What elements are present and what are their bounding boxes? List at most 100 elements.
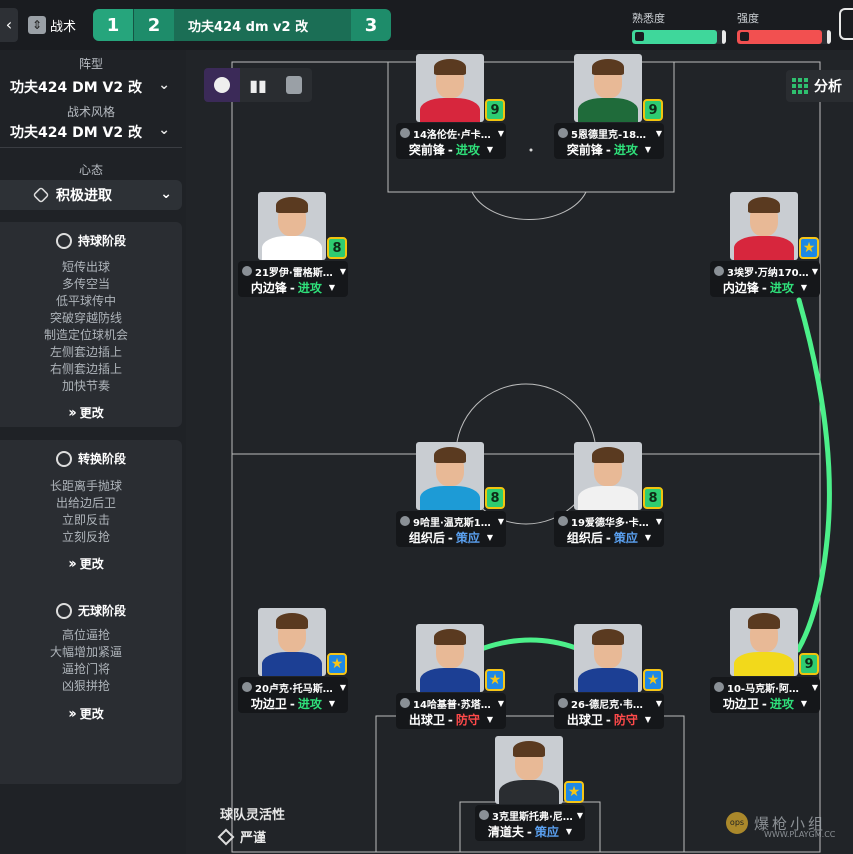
player-card[interactable]: 95恩德里克-188-975-ST▼突前锋-进攻▼ xyxy=(553,54,665,160)
tactic-slot-2[interactable]: 2 xyxy=(134,9,174,41)
player-card[interactable]: 821罗伊·雷格斯塔莫81-9...▼内边锋-进攻▼ xyxy=(237,192,349,298)
player-name-row[interactable]: 21罗伊·雷格斯塔莫81-9...▼ xyxy=(242,264,346,278)
player-name-row[interactable]: 14洛伦佐·卢卡169-888-...▼ xyxy=(400,126,504,140)
player-card[interactable]: ★20卢克·托马斯160-869...▼功边卫-进攻▼ xyxy=(237,608,349,714)
tactic-tab[interactable]: ⇕ 战术 xyxy=(28,10,76,40)
player-duty: 进攻 xyxy=(769,281,794,295)
stats-view-button[interactable]: ▮▮ xyxy=(240,68,276,102)
player-role-row[interactable]: 出球卫 - 防守 ▼ xyxy=(554,712,664,728)
player-shirt xyxy=(734,652,794,676)
out-of-possession-phase[interactable]: 无球阶段 高位逼抢 大幅增加紧逼 逼抢门将 凶狠拼抢 ›› 更改 xyxy=(0,592,182,784)
formation-select[interactable]: 功夫424 DM V2 改 ⌄ xyxy=(10,77,170,97)
player-name-row[interactable]: 5恩德里克-188-975-ST▼ xyxy=(558,126,662,140)
player-hair xyxy=(434,447,466,463)
player-role-row[interactable]: 组织后 - 策应 ▼ xyxy=(554,530,664,546)
player-hair xyxy=(592,447,624,463)
star-badge-icon: ★ xyxy=(799,237,819,259)
player-role: 出球卫 xyxy=(408,713,445,727)
back-button[interactable]: ‹ xyxy=(0,8,18,42)
player-info: 5恩德里克-188-975-ST▼ 突前锋-进攻▼ xyxy=(554,123,664,159)
player-role-row[interactable]: 突前锋 - 进攻 ▼ xyxy=(554,142,664,158)
player-shirt xyxy=(578,668,638,692)
style-label: 战术风格 xyxy=(66,105,115,119)
person-icon xyxy=(479,810,489,820)
caret-down-icon: ▼ xyxy=(497,698,504,708)
player-role: 内边锋 xyxy=(250,281,287,295)
player-role-row[interactable]: 功边卫 - 进攻 ▼ xyxy=(238,696,348,712)
pitch-markings xyxy=(231,61,832,853)
player-role-row[interactable]: 突前锋 - 进攻 ▼ xyxy=(396,142,506,158)
player-role-row[interactable]: 出球卫 - 防守 ▼ xyxy=(396,712,506,728)
caret-down-icon: ▼ xyxy=(486,533,494,542)
player-role-row[interactable]: 功边卫 - 进攻 ▼ xyxy=(710,696,820,712)
player-info: 3埃罗·万纳170-885-AM...▼ 内边锋-进攻▼ xyxy=(710,261,820,297)
player-name-row[interactable]: 9哈里·温克斯144-814-MC▼ xyxy=(400,514,504,528)
player-shirt xyxy=(420,98,480,122)
in-possession-title-text: 持球阶段 xyxy=(77,234,126,248)
player-name-row[interactable]: 3埃罗·万纳170-885-AM...▼ xyxy=(714,264,818,278)
familiarity-meter[interactable]: 熟悉度 xyxy=(632,10,726,44)
player-role: 组织后 xyxy=(566,531,603,545)
player-name-row[interactable]: 19爱德华多·卡马温加8...▼ xyxy=(558,514,662,528)
change-button[interactable]: ›› 更改 xyxy=(0,404,172,421)
transition-icon xyxy=(55,450,72,467)
grid-icon xyxy=(792,78,808,94)
player-card[interactable]: 89哈里·温克斯144-814-MC▼组织后-策应▼ xyxy=(395,442,507,548)
instruction-item: 高位逼抢 xyxy=(61,628,110,642)
panel-divider xyxy=(0,147,182,148)
players-view-button[interactable] xyxy=(204,68,240,102)
role-separator: - xyxy=(605,142,611,157)
more-button[interactable] xyxy=(839,8,853,40)
in-possession-phase[interactable]: 持球阶段 短传出球 多传空当 低平球传中 突破穿越防线 制造定位球机会 左侧套边… xyxy=(0,222,182,427)
tactic-slot-name[interactable]: 功夫424 dm v2 改 xyxy=(174,9,351,41)
player-photo xyxy=(416,442,484,510)
person-icon xyxy=(558,698,568,708)
player-role-row[interactable]: 组织后 - 策应 ▼ xyxy=(396,530,506,546)
familiarity-bar xyxy=(632,30,726,44)
player-name-row[interactable]: 14哈基普·苏塔克161-86...▼ xyxy=(400,696,504,710)
tactic-slot-1[interactable]: 1 xyxy=(93,9,133,41)
double-chevron-right-icon: ›› xyxy=(68,404,76,421)
style-select[interactable]: 功夫424 DM V2 改 ⌄ xyxy=(10,122,170,142)
change-button[interactable]: ›› 更改 xyxy=(0,555,172,572)
caret-down-icon: ▼ xyxy=(644,715,652,724)
caret-down-icon: ▼ xyxy=(486,715,494,724)
transition-title: 转换阶段 xyxy=(0,450,182,467)
player-name: 20卢克·托马斯160-869... xyxy=(255,683,337,695)
ball-icon xyxy=(55,232,72,249)
tactic-slot-3[interactable]: 3 xyxy=(351,9,391,41)
change-button[interactable]: ›› 更改 xyxy=(0,705,172,722)
player-info: 20卢克·托马斯160-869...▼ 功边卫-进攻▼ xyxy=(238,677,348,713)
player-card[interactable]: ★3克里斯托弗·尼古拉-15...▼清道夫-策应▼ xyxy=(474,736,586,842)
person-icon xyxy=(558,128,568,138)
tactic-icon: ⇕ xyxy=(28,16,46,34)
player-name-row[interactable]: 3克里斯托弗·尼古拉-15...▼ xyxy=(479,808,583,822)
player-duty: 进攻 xyxy=(297,281,322,295)
player-card[interactable]: ★ 3埃罗·万纳170-885-AM...▼ 内边锋-进攻▼ xyxy=(709,192,821,298)
player-card[interactable]: 914洛伦佐·卢卡169-888-...▼突前锋-进攻▼ xyxy=(395,54,507,160)
player-name-row[interactable]: 26-德尼克·韦斯特戴150...▼ xyxy=(558,696,662,710)
tactic-view-button[interactable] xyxy=(276,68,312,102)
analyze-button[interactable]: 分析 xyxy=(786,70,853,102)
mentality-icon xyxy=(32,186,50,204)
player-name-row[interactable]: 10-马克斯·阿罗斯160-8...▼ xyxy=(714,680,818,694)
player-name-row[interactable]: 20卢克·托马斯160-869...▼ xyxy=(242,680,346,694)
instruction-item: 凶狠拼抢 xyxy=(61,679,110,693)
player-card[interactable]: ★14哈基普·苏塔克161-86...▼出球卫-防守▼ xyxy=(395,624,507,730)
player-card[interactable]: ★26-德尼克·韦斯特戴150...▼出球卫-防守▼ xyxy=(553,624,665,730)
player-role-row[interactable]: 清道夫 - 策应 ▼ xyxy=(475,824,585,840)
player-hair xyxy=(276,197,308,213)
caret-down-icon: ▼ xyxy=(497,128,504,138)
formation-label: 阵型 xyxy=(78,57,103,71)
familiarity-label: 熟悉度 xyxy=(632,12,665,25)
mentality-select[interactable]: 积极进取 ⌄ xyxy=(0,180,182,210)
player-card[interactable]: 910-马克斯·阿罗斯160-8...▼功边卫-进攻▼ xyxy=(709,608,821,714)
player-role-row[interactable]: 内边锋 - 进攻 ▼ xyxy=(710,280,820,296)
player-photo xyxy=(258,192,326,260)
player-name: 5恩德里克-188-975-ST xyxy=(571,129,653,141)
player-card[interactable]: 819爱德华多·卡马温加8...▼组织后-策应▼ xyxy=(553,442,665,548)
player-duty: 策应 xyxy=(534,825,559,839)
instruction-item: 出给边后卫 xyxy=(55,496,116,510)
intensity-meter[interactable]: 强度 xyxy=(737,10,831,44)
player-role-row[interactable]: 内边锋 - 进攻 ▼ xyxy=(238,280,348,296)
